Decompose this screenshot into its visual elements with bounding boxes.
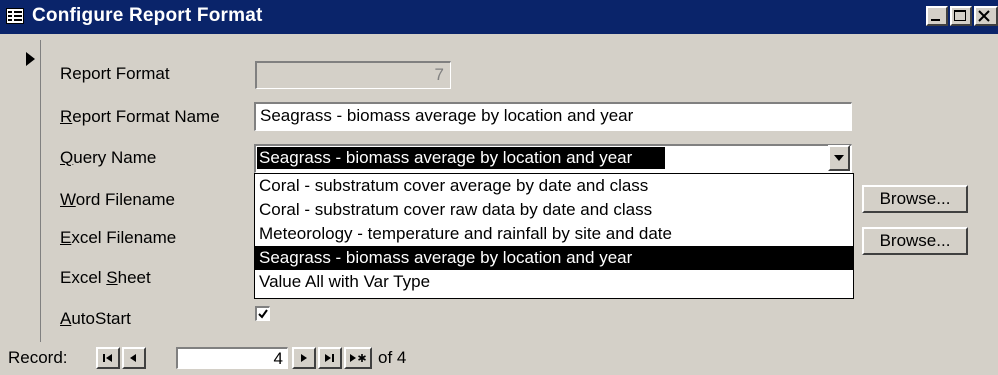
previous-record-icon: [130, 354, 136, 362]
close-icon: [978, 10, 990, 22]
excel-sheet-label-text: heet: [117, 268, 151, 287]
report-format-name-label: Report Format Name: [60, 107, 220, 127]
last-record-button[interactable]: [318, 347, 342, 369]
excel-filename-label-accesskey: E: [60, 228, 72, 247]
first-record-icon: [103, 354, 112, 362]
current-record-input[interactable]: 4: [176, 347, 288, 369]
record-count-text: of 4: [378, 348, 407, 367]
excel-sheet-label-prefix: Excel: [60, 268, 107, 287]
dropdown-item[interactable]: Coral - substratum cover raw data by dat…: [255, 198, 853, 222]
excel-sheet-label-accesskey: S: [106, 268, 118, 287]
maximize-button[interactable]: [950, 6, 972, 26]
query-name-label: Query Name: [60, 148, 156, 168]
autostart-label-text: utoStart: [71, 309, 131, 328]
excel-filename-label-text: xcel Filename: [71, 228, 177, 247]
current-record-arrow-icon: [26, 52, 35, 66]
report-format-name-label-text: eport Format Name: [72, 107, 220, 126]
report-format-name-input[interactable]: Seagrass - biomass average by location a…: [254, 102, 852, 131]
report-format-label: Report Format: [60, 64, 170, 83]
last-record-icon: [325, 354, 334, 362]
dropdown-item[interactable]: Value All with Var Type: [255, 270, 853, 294]
next-record-icon: [301, 354, 307, 362]
minimize-icon: [931, 19, 940, 21]
report-format-field: 7: [255, 61, 451, 89]
autostart-label: AutoStart: [60, 309, 131, 329]
autostart-checkbox[interactable]: [255, 306, 270, 321]
word-browse-button[interactable]: Browse...: [862, 185, 968, 213]
checkmark-icon: [258, 309, 268, 319]
new-record-button[interactable]: [344, 347, 372, 369]
record-label: Record:: [8, 348, 68, 367]
record-selector[interactable]: [14, 40, 41, 342]
new-record-icon: [350, 354, 366, 362]
maximize-icon: [954, 10, 966, 21]
dropdown-item[interactable]: Coral - substratum cover average by date…: [255, 174, 853, 198]
excel-browse-button[interactable]: Browse...: [862, 227, 968, 255]
query-name-selected-text[interactable]: Seagrass - biomass average by location a…: [257, 147, 665, 169]
report-format-name-label-accesskey: R: [60, 107, 73, 126]
query-name-label-text: uery Name: [73, 148, 157, 167]
query-name-label-accesskey: Q: [60, 148, 74, 167]
query-name-dropdown-list[interactable]: Coral - substratum cover average by date…: [254, 173, 854, 299]
dropdown-item[interactable]: Meteorology - temperature and rainfall b…: [255, 222, 853, 246]
dropdown-item-selected[interactable]: Seagrass - biomass average by location a…: [255, 246, 853, 270]
title-bar[interactable]: Configure Report Format: [0, 0, 998, 34]
previous-record-button[interactable]: [122, 347, 146, 369]
word-filename-label: Word Filename: [60, 190, 175, 210]
word-filename-label-text: ord Filename: [75, 190, 175, 209]
next-record-button[interactable]: [292, 347, 316, 369]
close-button[interactable]: [974, 6, 998, 26]
first-record-button[interactable]: [96, 347, 120, 369]
window-title: Configure Report Format: [32, 5, 263, 26]
word-filename-label-accesskey: W: [60, 190, 76, 209]
record-navigation-bar: Record: 4 of 4: [0, 342, 998, 375]
minimize-button[interactable]: [926, 6, 948, 26]
configure-report-format-window: Configure Report Format Report Format 7 …: [0, 0, 998, 375]
excel-sheet-label: Excel Sheet: [60, 268, 151, 288]
query-name-dropdown-button[interactable]: [828, 145, 850, 171]
form-icon: [6, 8, 24, 24]
excel-filename-label: Excel Filename: [60, 228, 176, 248]
autostart-label-accesskey: A: [60, 309, 72, 328]
